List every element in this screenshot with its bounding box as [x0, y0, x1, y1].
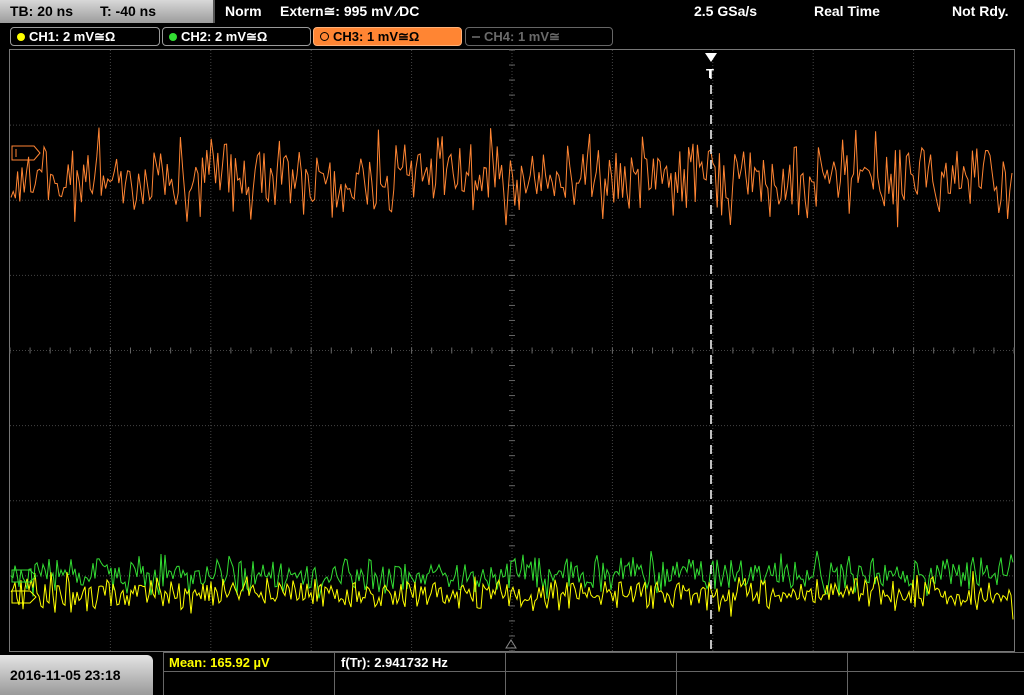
meas-divider-mid	[163, 671, 1024, 672]
ch3-ground-marker[interactable]	[11, 145, 41, 161]
meas-divider-col4	[847, 652, 848, 695]
frequency-measurement[interactable]: f(Tr): 2.941732 Hz	[341, 655, 448, 670]
measurement-panel[interactable]: Mean: 165.92 µV f(Tr): 2.941732 Hz	[163, 652, 1024, 695]
horizontal-ref-arrow-icon	[505, 639, 517, 649]
meas-divider-left	[163, 652, 164, 695]
meas-divider-col3	[676, 652, 677, 695]
meas-divider-col1	[334, 652, 335, 695]
meas-divider-top	[163, 652, 1024, 653]
datetime-label: 2016-11-05 23:18	[10, 667, 121, 683]
meas-divider-col2	[505, 652, 506, 695]
waveform-canvas: T	[9, 49, 1015, 652]
ch2-waveform	[10, 550, 1014, 599]
mean-measurement[interactable]: Mean: 165.92 µV	[169, 655, 270, 670]
datetime-panel: 2016-11-05 23:18	[0, 655, 153, 695]
trigger-position-arrow-icon[interactable]	[705, 53, 717, 62]
trigger-marker-label: T	[706, 66, 714, 81]
